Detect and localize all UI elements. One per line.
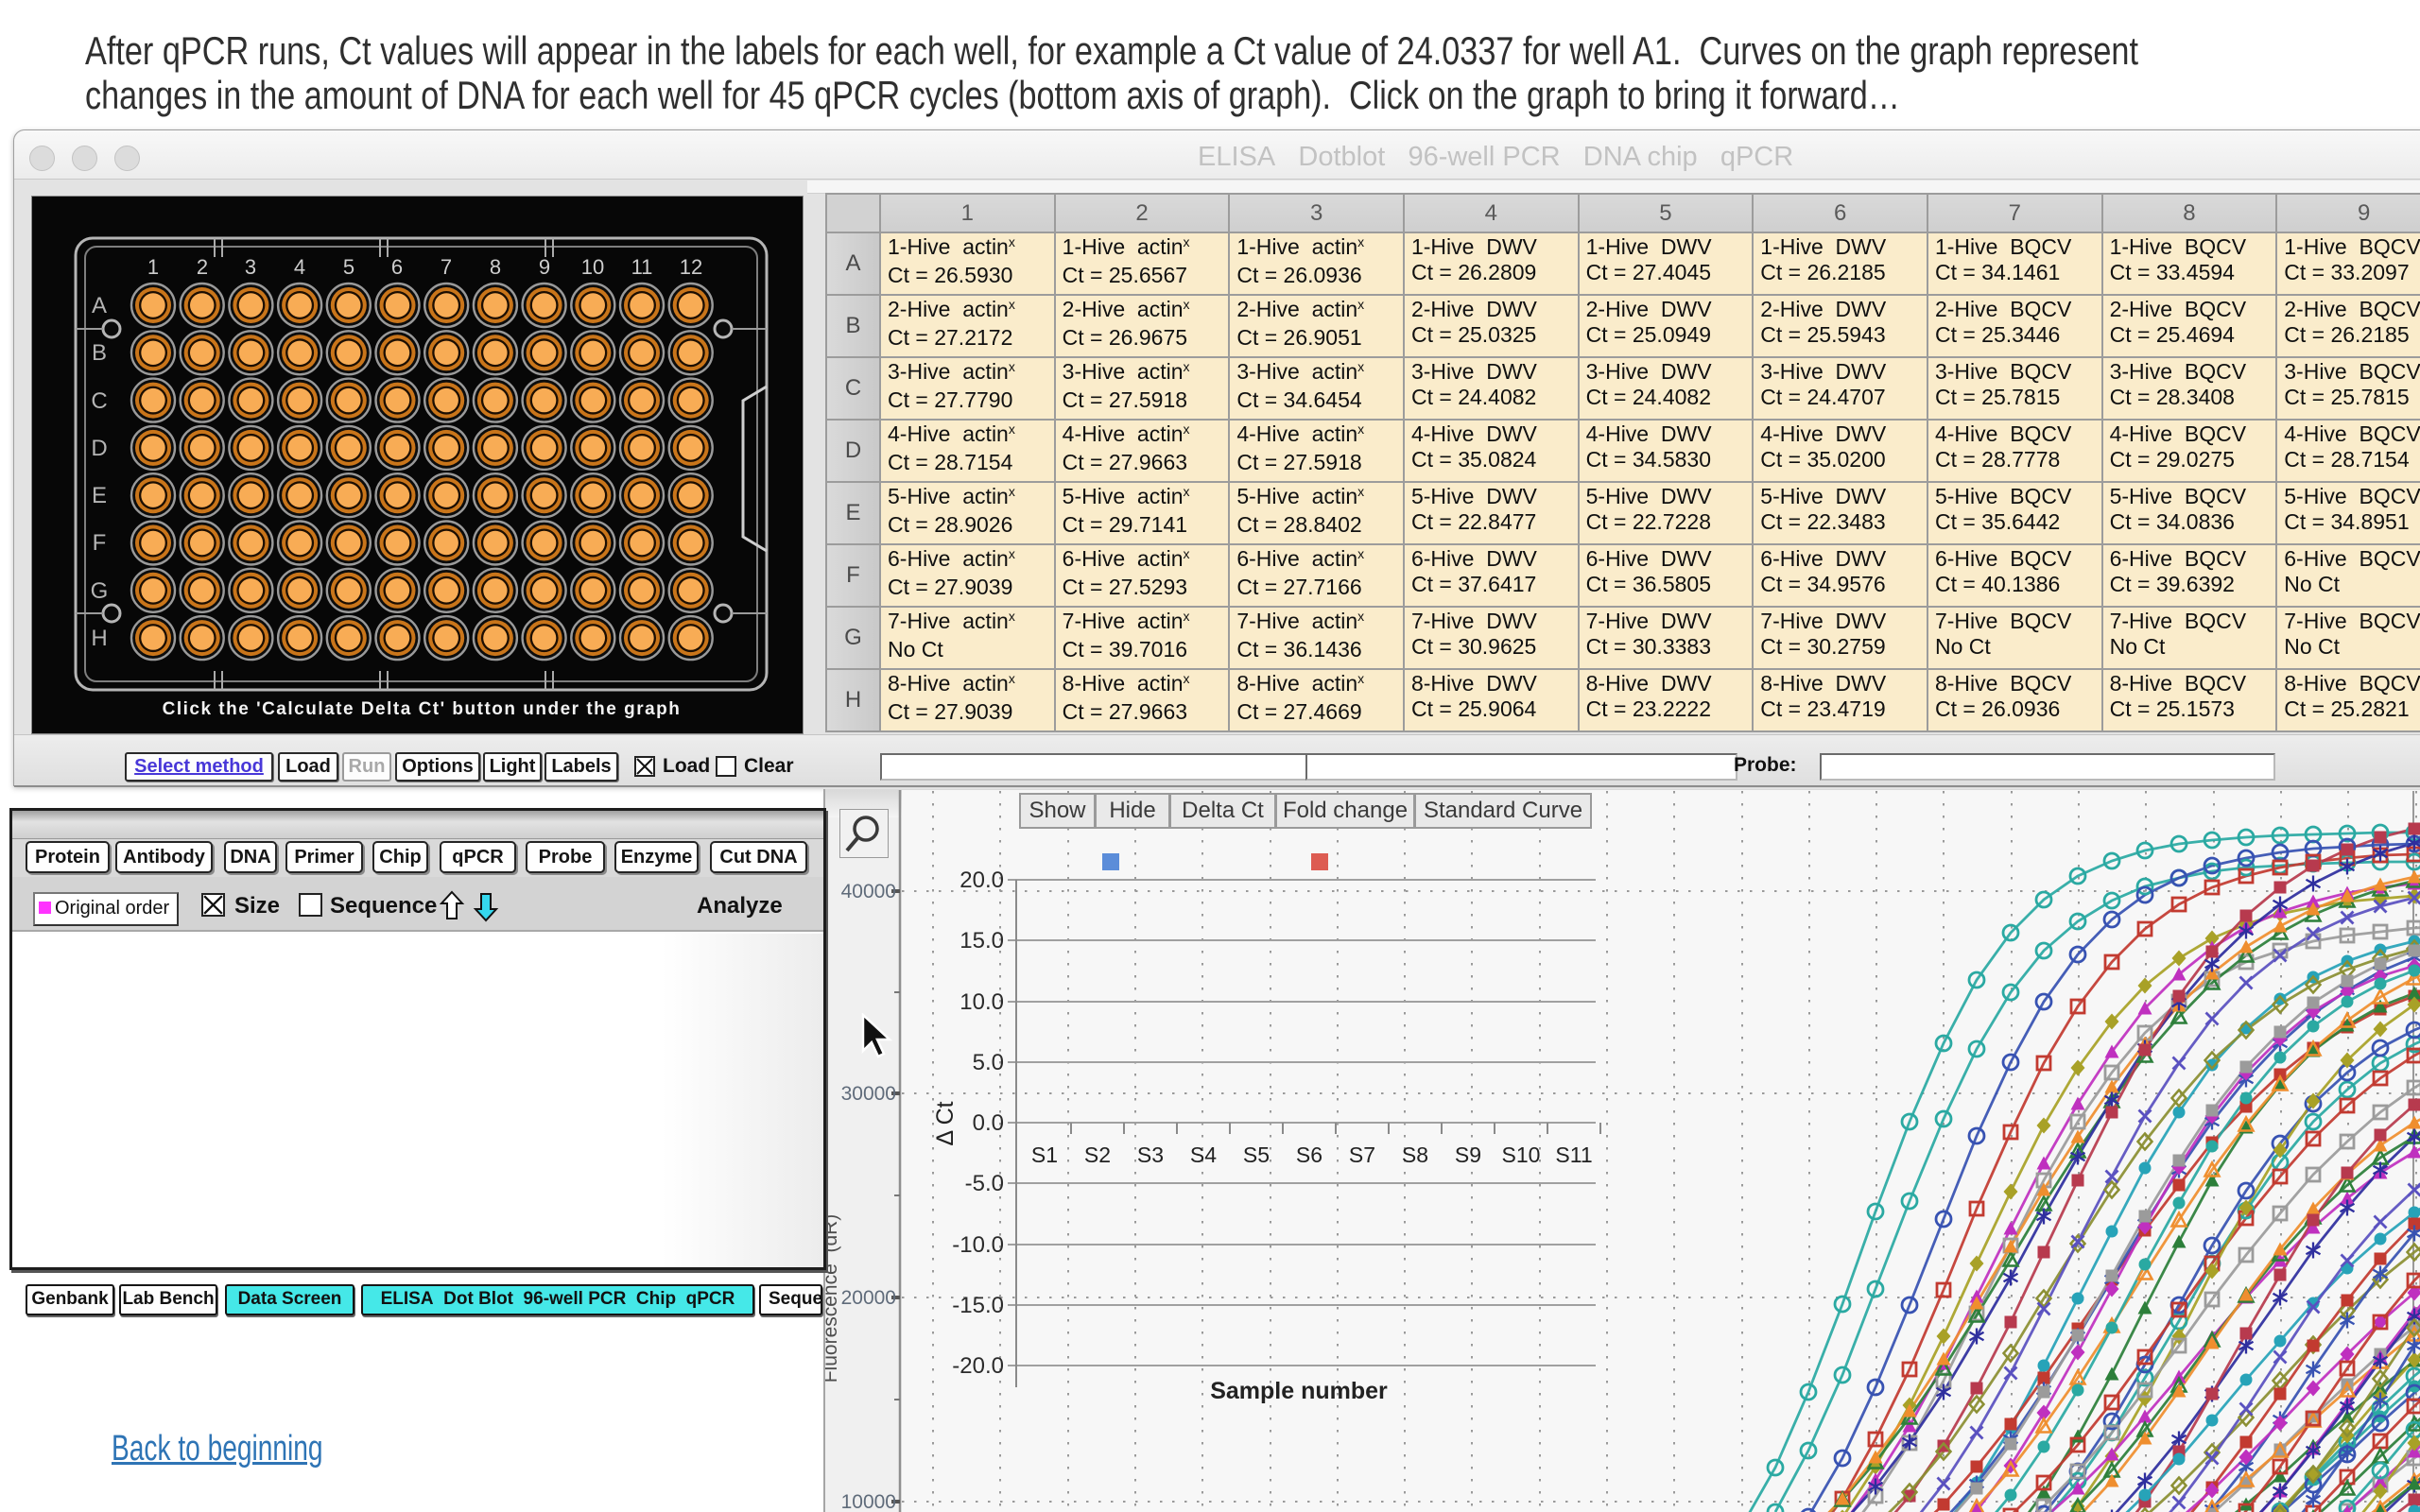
svg-text:3: 3 bbox=[245, 255, 256, 279]
svg-text:5.0: 5.0 bbox=[973, 1050, 1004, 1075]
svg-text:Sample number: Sample number bbox=[1210, 1378, 1388, 1404]
svg-text:-20.0: -20.0 bbox=[952, 1353, 1004, 1379]
svg-text:20.0: 20.0 bbox=[959, 868, 1004, 893]
svg-text:8: 8 bbox=[490, 255, 501, 279]
svg-text:40000: 40000 bbox=[841, 881, 896, 902]
svg-text:9: 9 bbox=[539, 255, 550, 279]
svg-text:S2: S2 bbox=[1084, 1143, 1111, 1167]
svg-text:S11: S11 bbox=[1555, 1143, 1592, 1167]
svg-text:1: 1 bbox=[147, 255, 159, 279]
svg-text:12: 12 bbox=[680, 255, 702, 279]
svg-text:S9: S9 bbox=[1455, 1143, 1481, 1167]
svg-text:-15.0: -15.0 bbox=[952, 1293, 1004, 1318]
svg-text:S3: S3 bbox=[1137, 1143, 1164, 1167]
svg-text:-10.0: -10.0 bbox=[952, 1232, 1004, 1258]
svg-text:S10: S10 bbox=[1502, 1143, 1541, 1167]
svg-text:S8: S8 bbox=[1402, 1143, 1428, 1167]
svg-text:D: D bbox=[91, 436, 107, 461]
svg-text:Δ Ct: Δ Ct bbox=[932, 1101, 959, 1145]
svg-text:B: B bbox=[92, 340, 107, 366]
svg-text:5: 5 bbox=[343, 255, 354, 279]
svg-text:10000: 10000 bbox=[841, 1491, 896, 1512]
svg-text:Fluorescence (dR): Fluorescence (dR) bbox=[825, 1214, 841, 1383]
svg-text:G: G bbox=[91, 578, 109, 604]
svg-text:10.0: 10.0 bbox=[959, 989, 1004, 1015]
svg-text:E: E bbox=[92, 483, 107, 508]
svg-text:A: A bbox=[92, 293, 107, 318]
svg-text:0.0: 0.0 bbox=[973, 1110, 1004, 1136]
svg-text:C: C bbox=[91, 388, 107, 414]
svg-text:S5: S5 bbox=[1243, 1143, 1270, 1167]
svg-text:H: H bbox=[91, 626, 107, 651]
svg-text:10: 10 bbox=[581, 255, 604, 279]
svg-text:6: 6 bbox=[391, 255, 403, 279]
svg-text:7: 7 bbox=[441, 255, 452, 279]
svg-text:4: 4 bbox=[294, 255, 305, 279]
svg-text:20000: 20000 bbox=[841, 1287, 896, 1309]
svg-text:F: F bbox=[93, 530, 107, 556]
svg-text:30000: 30000 bbox=[841, 1083, 896, 1105]
svg-text:2: 2 bbox=[197, 255, 208, 279]
svg-text:S6: S6 bbox=[1296, 1143, 1322, 1167]
svg-text:S7: S7 bbox=[1349, 1143, 1375, 1167]
svg-text:S4: S4 bbox=[1190, 1143, 1217, 1167]
svg-text:Click the 'Calculate Delta Ct': Click the 'Calculate Delta Ct' button un… bbox=[163, 699, 682, 719]
svg-text:-5.0: -5.0 bbox=[965, 1171, 1004, 1196]
svg-text:S1: S1 bbox=[1031, 1143, 1058, 1167]
svg-text:15.0: 15.0 bbox=[959, 928, 1004, 954]
svg-text:11: 11 bbox=[631, 255, 653, 279]
